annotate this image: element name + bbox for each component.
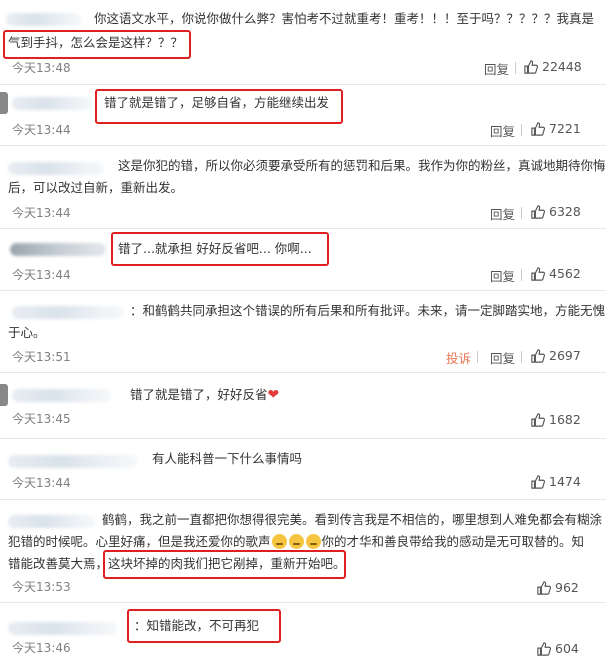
comment-time: 今天13:44: [12, 268, 71, 282]
divider: [0, 372, 606, 373]
highlight-box: [95, 89, 343, 124]
separator: [515, 62, 516, 74]
like-count: 2697: [549, 348, 581, 363]
report-button[interactable]: 投诉: [446, 348, 471, 367]
comment-time: 今天13:44: [12, 206, 71, 220]
comment-time: 今天13:45: [12, 412, 71, 426]
divider: [0, 228, 606, 229]
username-blurred[interactable]: [6, 13, 82, 26]
username-blurred[interactable]: [8, 162, 104, 175]
divider: [0, 290, 606, 291]
comment-text: 你的才华和善良带给我的感动是无可取替的。知: [321, 534, 585, 549]
highlight-box: [111, 232, 329, 266]
like-count: 1474: [549, 474, 581, 489]
divider: [0, 499, 606, 500]
username-blurred[interactable]: [12, 306, 124, 319]
like-count: 962: [555, 580, 579, 595]
thumbs-up-icon: [531, 204, 545, 219]
highlight-box: [103, 550, 346, 579]
username-blurred[interactable]: [12, 389, 112, 402]
comment-time: 今天13:44: [12, 476, 71, 490]
comment-text-wrap: 错了就是错了，好好反省❤: [130, 384, 279, 406]
like-count: 4562: [549, 266, 581, 281]
like-button[interactable]: 1682: [531, 412, 581, 427]
highlight-box: [127, 609, 281, 643]
like-button[interactable]: 1474: [531, 474, 581, 489]
comment-text: 有人能科普一下什么事情吗: [152, 451, 303, 466]
reply-button[interactable]: 回复: [490, 348, 515, 367]
separator: [521, 124, 522, 136]
thumbs-up-icon: [524, 59, 538, 74]
crying-emoji-icon: [305, 534, 321, 549]
separator: [521, 269, 522, 281]
like-count: 7221: [549, 121, 581, 136]
comment-text: 你这语文水平，你说你做什么弊？害怕考不过就重考！重考！！！至于吗？？？？？我真是: [94, 11, 595, 26]
comment-time: 今天13:46: [12, 641, 71, 655]
comment-text: 于心。: [8, 325, 46, 340]
reply-button[interactable]: 回复: [484, 59, 509, 78]
reply-button[interactable]: 回复: [490, 204, 515, 223]
divider: [0, 602, 606, 603]
comment-text: ：和鹤鹤共同承担这个错误的所有后果和所有批评。未来，请一定脚踏实地，方能无愧: [130, 303, 606, 318]
like-button[interactable]: 2697: [531, 348, 581, 363]
like-button[interactable]: 7221: [531, 121, 581, 136]
comment-time: 今天13:44: [12, 123, 71, 137]
comment-time: 今天13:48: [12, 61, 71, 75]
thumbs-up-icon: [531, 412, 545, 427]
thumbs-up-icon: [531, 121, 545, 136]
reply-button[interactable]: 回复: [490, 266, 515, 285]
separator: [521, 207, 522, 219]
username-blurred[interactable]: [10, 243, 106, 256]
username-blurred[interactable]: [8, 622, 118, 635]
like-button[interactable]: 22448: [524, 59, 582, 74]
like-count: 22448: [542, 59, 582, 74]
comment-time: 今天13:53: [12, 580, 71, 594]
like-count: 6328: [549, 204, 581, 219]
divider: [0, 438, 606, 439]
thumbs-up-icon: [531, 348, 545, 363]
reply-button[interactable]: 回复: [490, 121, 515, 140]
separator: [521, 351, 522, 363]
username-blurred[interactable]: [12, 97, 94, 110]
like-button[interactable]: 4562: [531, 266, 581, 281]
highlight-box: [3, 30, 191, 59]
heart-icon: ❤: [267, 387, 280, 403]
comment-time: 今天13:51: [12, 350, 71, 364]
divider: [0, 145, 606, 146]
avatar: [0, 92, 8, 114]
comment-text: 犯错的时候呢。心里好痛，但是我还爱你的歌声: [8, 534, 271, 549]
thumbs-up-icon: [531, 266, 545, 281]
comment-text: 后，可以改过自新，重新出发。: [8, 180, 184, 195]
avatar: [0, 384, 8, 406]
like-count: 1682: [549, 412, 581, 427]
crying-emoji-icon: [288, 534, 304, 549]
like-button[interactable]: 6328: [531, 204, 581, 219]
crying-emoji-icon: [271, 534, 287, 549]
divider: [0, 84, 606, 85]
like-button[interactable]: 962: [537, 580, 579, 595]
like-count: 604: [555, 641, 579, 656]
username-blurred[interactable]: [8, 515, 96, 528]
comment-text: 这是你犯的错，所以你必须要承受所有的惩罚和后果。我作为你的粉丝，真诚地期待你悔悟: [118, 158, 606, 173]
separator: [477, 351, 478, 363]
comment-text: 错能改善莫大焉，: [8, 556, 109, 571]
like-button[interactable]: 604: [537, 641, 579, 656]
comment-text: 错了就是错了，好好反省: [130, 387, 268, 402]
thumbs-up-icon: [537, 641, 551, 656]
thumbs-up-icon: [531, 474, 545, 489]
comment-text: 鹤鹤，我之前一直都把你想得很完美。看到传言我是不相信的，哪里想到人难免都会有糊涂: [102, 512, 603, 527]
thumbs-up-icon: [537, 580, 551, 595]
username-blurred[interactable]: [8, 455, 138, 468]
